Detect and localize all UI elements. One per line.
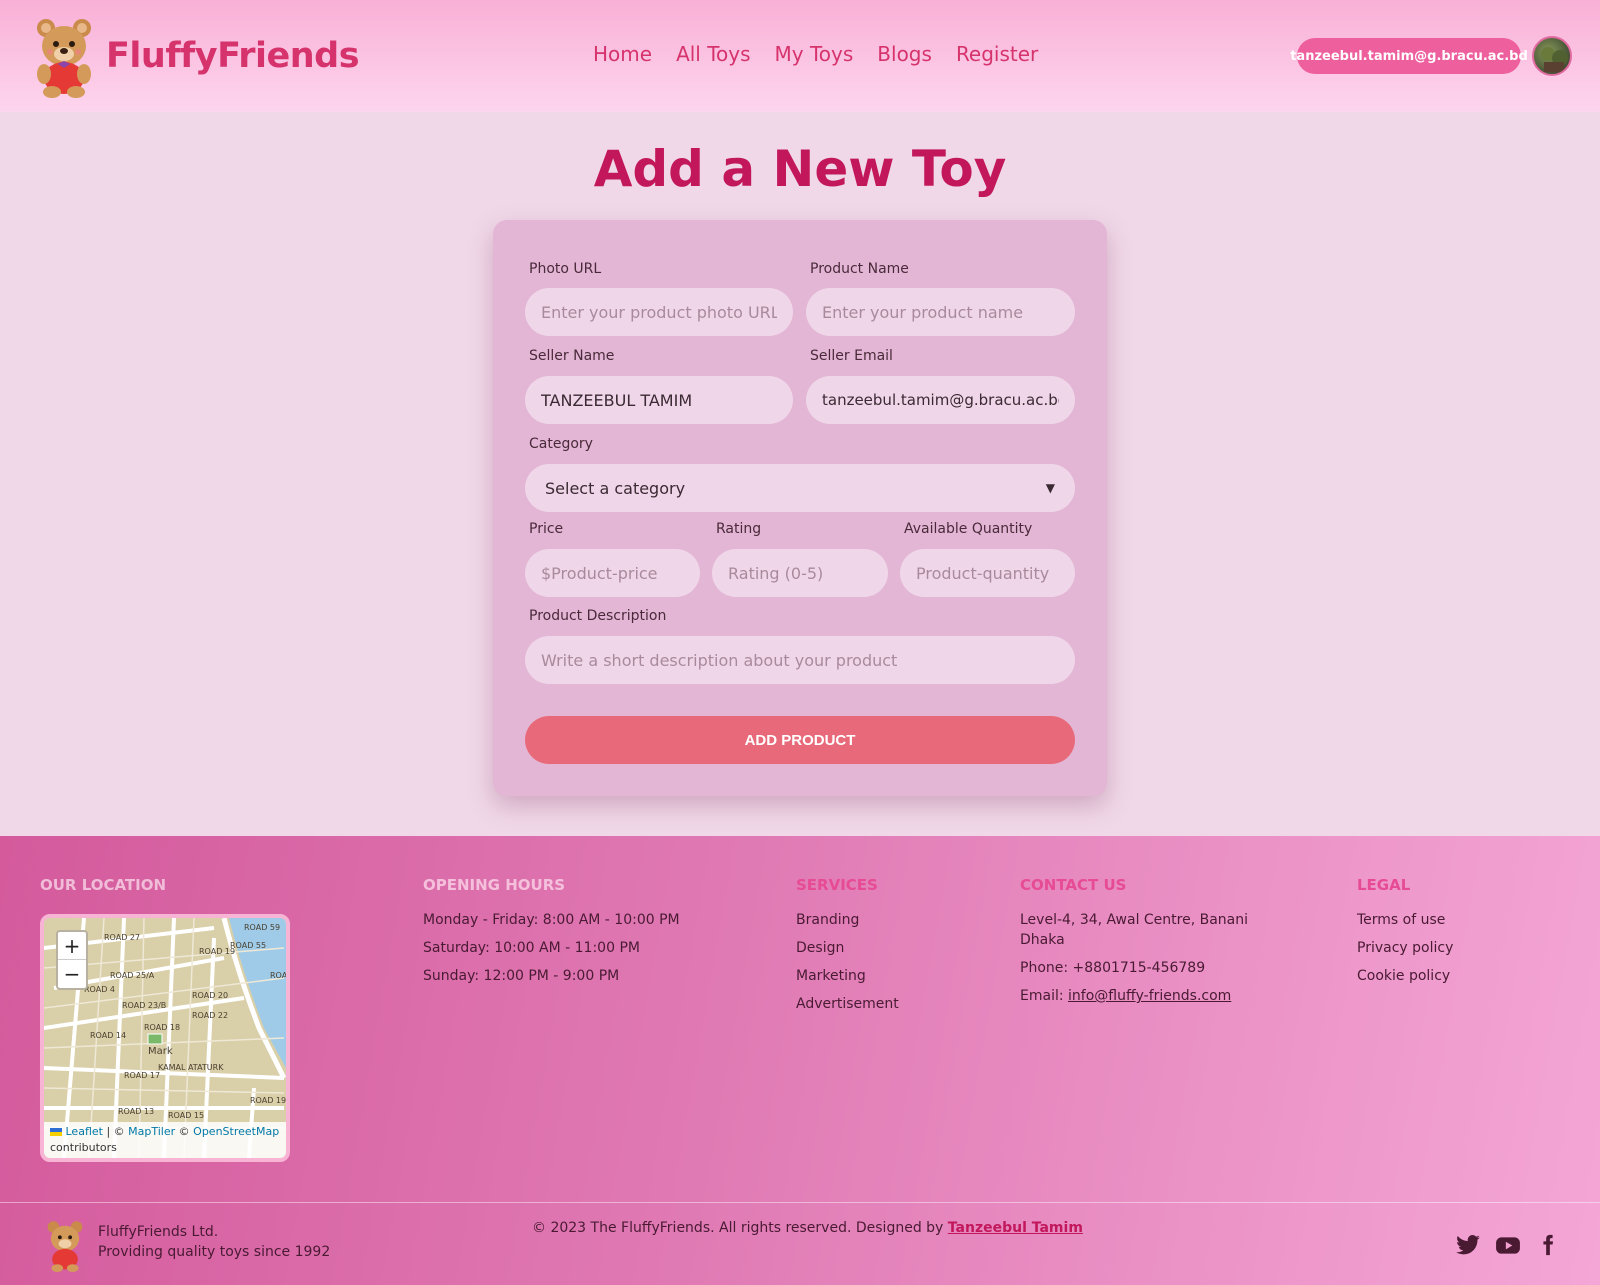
service-design[interactable]: Design [796,940,844,956]
chevron-down-icon: ▼ [1045,481,1055,495]
footer-divider [0,1202,1600,1203]
zoom-out-button[interactable]: − [58,960,86,988]
ukraine-flag-icon [50,1128,62,1136]
brand-name: FluffyFriends [106,36,360,76]
hours-title: OPENING HOURS [423,876,566,894]
nav-blogs[interactable]: Blogs [877,42,932,66]
map-road-label: ROAD 25/A [110,971,155,980]
map-road-label: ROAD 14 [90,1031,126,1040]
user-email-badge[interactable]: tanzeebul.tamim@g.bracu.ac.bd [1290,38,1528,74]
location-map[interactable]: ROAD 27 ROAD 59 ROAD 25/A ROAD 4 ROAD 23… [40,914,290,1162]
map-road-label: ROAD 19A [250,1096,286,1105]
map-road-label: ROAD 20 [192,991,228,1000]
site-header: FluffyFriends Home All Toys My Toys Blog… [0,0,1600,112]
price-input[interactable] [525,549,700,597]
nav-home[interactable]: Home [593,42,652,66]
photo-url-input[interactable] [525,288,793,336]
map-marker-icon[interactable] [147,1033,163,1045]
product-name-input[interactable] [806,288,1075,336]
map-road-label: ROAD 59 [244,923,280,932]
map-road-label: ROAD 22 [192,1011,228,1020]
legal-terms[interactable]: Terms of use [1357,912,1445,928]
contact-title: CONTACT US [1020,876,1127,894]
company-name: FluffyFriends Ltd. [98,1224,219,1240]
contact-address-line2: Dhaka [1020,932,1065,948]
contact-email-link[interactable]: info@fluffy-friends.com [1068,988,1231,1004]
seller-email-input[interactable] [806,376,1075,424]
company-tagline: Providing quality toys since 1992 [98,1244,331,1260]
nav-all-toys[interactable]: All Toys [676,42,750,66]
maptiler-link[interactable]: MapTiler [128,1125,175,1138]
map-road-label: ROAD 55 [230,941,266,950]
nav-register[interactable]: Register [956,42,1038,66]
twitter-icon[interactable] [1455,1232,1481,1258]
map-zoom-control: + − [56,930,88,990]
seller-email-label: Seller Email [810,348,893,364]
service-marketing[interactable]: Marketing [796,968,866,984]
youtube-icon[interactable] [1494,1232,1520,1258]
add-product-button[interactable]: ADD PRODUCT [525,716,1075,764]
openstreetmap-link[interactable]: OpenStreetMap [193,1125,279,1138]
description-label: Product Description [529,608,667,624]
service-branding[interactable]: Branding [796,912,859,928]
price-label: Price [529,521,564,537]
map-road-label: ROAD 4 [84,985,115,994]
service-advertisement[interactable]: Advertisement [796,996,899,1012]
teddy-bear-logo-icon [32,14,96,98]
photo-url-label: Photo URL [529,261,602,277]
location-title: OUR LOCATION [40,876,167,894]
map-marker-label: Mark [148,1046,173,1057]
contact-email-row: Email: info@fluffy-friends.com [1020,988,1231,1004]
services-title: SERVICES [796,876,878,894]
hours-weekdays: Monday - Friday: 8:00 AM - 10:00 PM [423,912,680,928]
copyright-text: © 2023 The FluffyFriends. All rights res… [532,1220,948,1236]
copyright: © 2023 The FluffyFriends. All rights res… [532,1220,1083,1236]
quantity-input[interactable] [900,549,1075,597]
category-label: Category [529,436,593,452]
category-select[interactable]: Select a category ▼ [525,464,1075,512]
contact-phone: Phone: +8801715-456789 [1020,960,1206,976]
facebook-icon[interactable] [1537,1232,1563,1258]
hours-sunday: Sunday: 12:00 PM - 9:00 PM [423,968,620,984]
nav-my-toys[interactable]: My Toys [775,42,854,66]
map-road-label: ROAD 13 [118,1107,154,1116]
map-attribution: Leaflet | © MapTiler © OpenStreetMap con… [44,1122,286,1158]
contact-address-line1: Level-4, 34, Awal Centre, Banani [1020,912,1249,928]
map-road-label: ROAD 50 [270,971,286,980]
description-input[interactable] [525,636,1075,684]
category-select-value: Select a category [545,478,686,498]
map-road-label: ROAD 18 [144,1023,180,1032]
user-avatar[interactable] [1532,36,1572,76]
footer-bear-logo-icon [44,1218,86,1272]
legal-cookie[interactable]: Cookie policy [1357,968,1450,984]
rating-input[interactable] [712,549,888,597]
hours-saturday: Saturday: 10:00 AM - 11:00 PM [423,940,640,956]
seller-name-label: Seller Name [529,348,615,364]
add-toy-form: Photo URL Product Name Seller Name Selle… [493,220,1107,796]
rating-label: Rating [716,521,762,537]
brand[interactable]: FluffyFriends [32,14,360,98]
main-nav: Home All Toys My Toys Blogs Register [593,42,1062,66]
contact-email-prefix: Email: [1020,988,1069,1004]
page-title: Add a New Toy [593,140,1007,198]
map-road-label: ROAD 15 [168,1111,204,1120]
product-name-label: Product Name [810,261,909,277]
attribution-contributors: contributors [50,1141,117,1154]
map-road-label: ROAD 23/B [122,1001,166,1010]
legal-title: LEGAL [1357,876,1411,894]
map-road-label: ROAD 27 [104,933,140,942]
leaflet-link[interactable]: Leaflet [66,1125,103,1138]
zoom-in-button[interactable]: + [58,932,86,960]
legal-privacy[interactable]: Privacy policy [1357,940,1453,956]
map-road-label: KAMAL ATATURK [158,1063,224,1072]
quantity-label: Available Quantity [904,521,1033,537]
attribution-separator: | © [102,1125,129,1138]
seller-name-input[interactable] [525,376,793,424]
designer-link[interactable]: Tanzeebul Tamim [948,1220,1083,1236]
map-road-label: ROAD 17 [124,1071,160,1080]
attribution-separator: © [175,1125,194,1138]
